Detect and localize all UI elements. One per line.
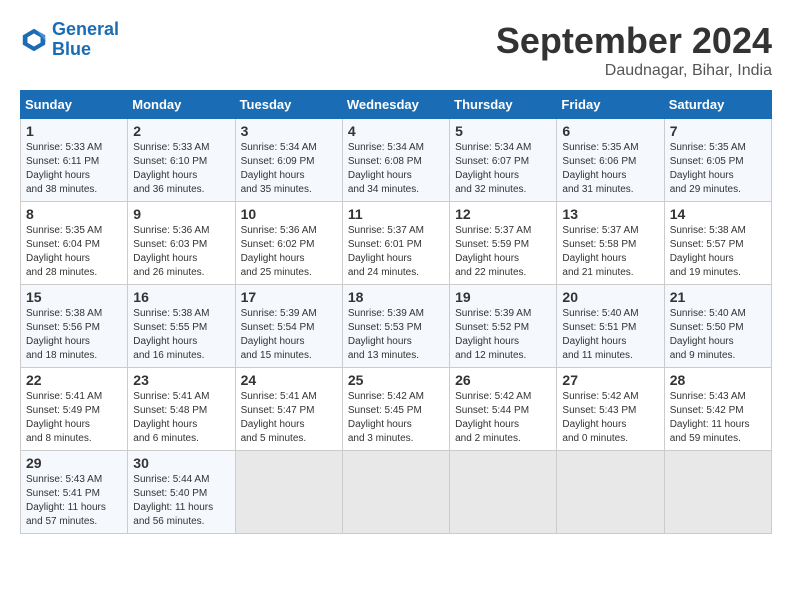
day-cell: 26 Sunrise: 5:42 AMSunset: 5:44 PMDaylig… — [450, 368, 557, 451]
month-title: September 2024 — [496, 20, 772, 62]
day-cell: 22 Sunrise: 5:41 AMSunset: 5:49 PMDaylig… — [21, 368, 128, 451]
day-cell: 1 Sunrise: 5:33 AMSunset: 6:11 PMDayligh… — [21, 119, 128, 202]
empty-cell — [235, 451, 342, 534]
day-cell: 10 Sunrise: 5:36 AMSunset: 6:02 PMDaylig… — [235, 202, 342, 285]
day-cell: 28 Sunrise: 5:43 AMSunset: 5:42 PMDaylig… — [664, 368, 771, 451]
col-monday: Monday — [128, 91, 235, 119]
day-cell: 27 Sunrise: 5:42 AMSunset: 5:43 PMDaylig… — [557, 368, 664, 451]
day-cell: 24 Sunrise: 5:41 AMSunset: 5:47 PMDaylig… — [235, 368, 342, 451]
calendar-table: Sunday Monday Tuesday Wednesday Thursday… — [20, 90, 772, 534]
day-cell: 29 Sunrise: 5:43 AMSunset: 5:41 PMDaylig… — [21, 451, 128, 534]
day-cell: 21 Sunrise: 5:40 AMSunset: 5:50 PMDaylig… — [664, 285, 771, 368]
day-cell: 14 Sunrise: 5:38 AMSunset: 5:57 PMDaylig… — [664, 202, 771, 285]
empty-cell — [450, 451, 557, 534]
day-cell: 18 Sunrise: 5:39 AMSunset: 5:53 PMDaylig… — [342, 285, 449, 368]
empty-cell — [557, 451, 664, 534]
table-row: 29 Sunrise: 5:43 AMSunset: 5:41 PMDaylig… — [21, 451, 772, 534]
day-cell: 19 Sunrise: 5:39 AMSunset: 5:52 PMDaylig… — [450, 285, 557, 368]
day-cell: 17 Sunrise: 5:39 AMSunset: 5:54 PMDaylig… — [235, 285, 342, 368]
day-cell: 16 Sunrise: 5:38 AMSunset: 5:55 PMDaylig… — [128, 285, 235, 368]
col-friday: Friday — [557, 91, 664, 119]
day-cell: 5 Sunrise: 5:34 AMSunset: 6:07 PMDayligh… — [450, 119, 557, 202]
empty-cell — [342, 451, 449, 534]
day-cell: 11 Sunrise: 5:37 AMSunset: 6:01 PMDaylig… — [342, 202, 449, 285]
logo-icon — [20, 26, 48, 54]
day-cell: 7 Sunrise: 5:35 AMSunset: 6:05 PMDayligh… — [664, 119, 771, 202]
day-cell: 20 Sunrise: 5:40 AMSunset: 5:51 PMDaylig… — [557, 285, 664, 368]
table-row: 22 Sunrise: 5:41 AMSunset: 5:49 PMDaylig… — [21, 368, 772, 451]
day-cell: 30 Sunrise: 5:44 AMSunset: 5:40 PMDaylig… — [128, 451, 235, 534]
day-cell: 2 Sunrise: 5:33 AMSunset: 6:10 PMDayligh… — [128, 119, 235, 202]
day-cell: 9 Sunrise: 5:36 AMSunset: 6:03 PMDayligh… — [128, 202, 235, 285]
col-saturday: Saturday — [664, 91, 771, 119]
day-cell: 8 Sunrise: 5:35 AMSunset: 6:04 PMDayligh… — [21, 202, 128, 285]
page-header: General Blue September 2024 Daudnagar, B… — [20, 20, 772, 80]
day-cell: 15 Sunrise: 5:38 AMSunset: 5:56 PMDaylig… — [21, 285, 128, 368]
day-cell: 25 Sunrise: 5:42 AMSunset: 5:45 PMDaylig… — [342, 368, 449, 451]
col-tuesday: Tuesday — [235, 91, 342, 119]
table-row: 8 Sunrise: 5:35 AMSunset: 6:04 PMDayligh… — [21, 202, 772, 285]
logo: General Blue — [20, 20, 119, 60]
empty-cell — [664, 451, 771, 534]
table-row: 15 Sunrise: 5:38 AMSunset: 5:56 PMDaylig… — [21, 285, 772, 368]
col-wednesday: Wednesday — [342, 91, 449, 119]
day-cell: 23 Sunrise: 5:41 AMSunset: 5:48 PMDaylig… — [128, 368, 235, 451]
day-cell: 4 Sunrise: 5:34 AMSunset: 6:08 PMDayligh… — [342, 119, 449, 202]
day-cell: 12 Sunrise: 5:37 AMSunset: 5:59 PMDaylig… — [450, 202, 557, 285]
logo-general: General — [52, 19, 119, 39]
col-sunday: Sunday — [21, 91, 128, 119]
title-block: September 2024 Daudnagar, Bihar, India — [496, 20, 772, 80]
day-cell: 13 Sunrise: 5:37 AMSunset: 5:58 PMDaylig… — [557, 202, 664, 285]
day-cell: 3 Sunrise: 5:34 AMSunset: 6:09 PMDayligh… — [235, 119, 342, 202]
logo-blue: Blue — [52, 39, 91, 59]
calendar-header-row: Sunday Monday Tuesday Wednesday Thursday… — [21, 91, 772, 119]
location: Daudnagar, Bihar, India — [496, 62, 772, 80]
table-row: 1 Sunrise: 5:33 AMSunset: 6:11 PMDayligh… — [21, 119, 772, 202]
day-cell: 6 Sunrise: 5:35 AMSunset: 6:06 PMDayligh… — [557, 119, 664, 202]
col-thursday: Thursday — [450, 91, 557, 119]
